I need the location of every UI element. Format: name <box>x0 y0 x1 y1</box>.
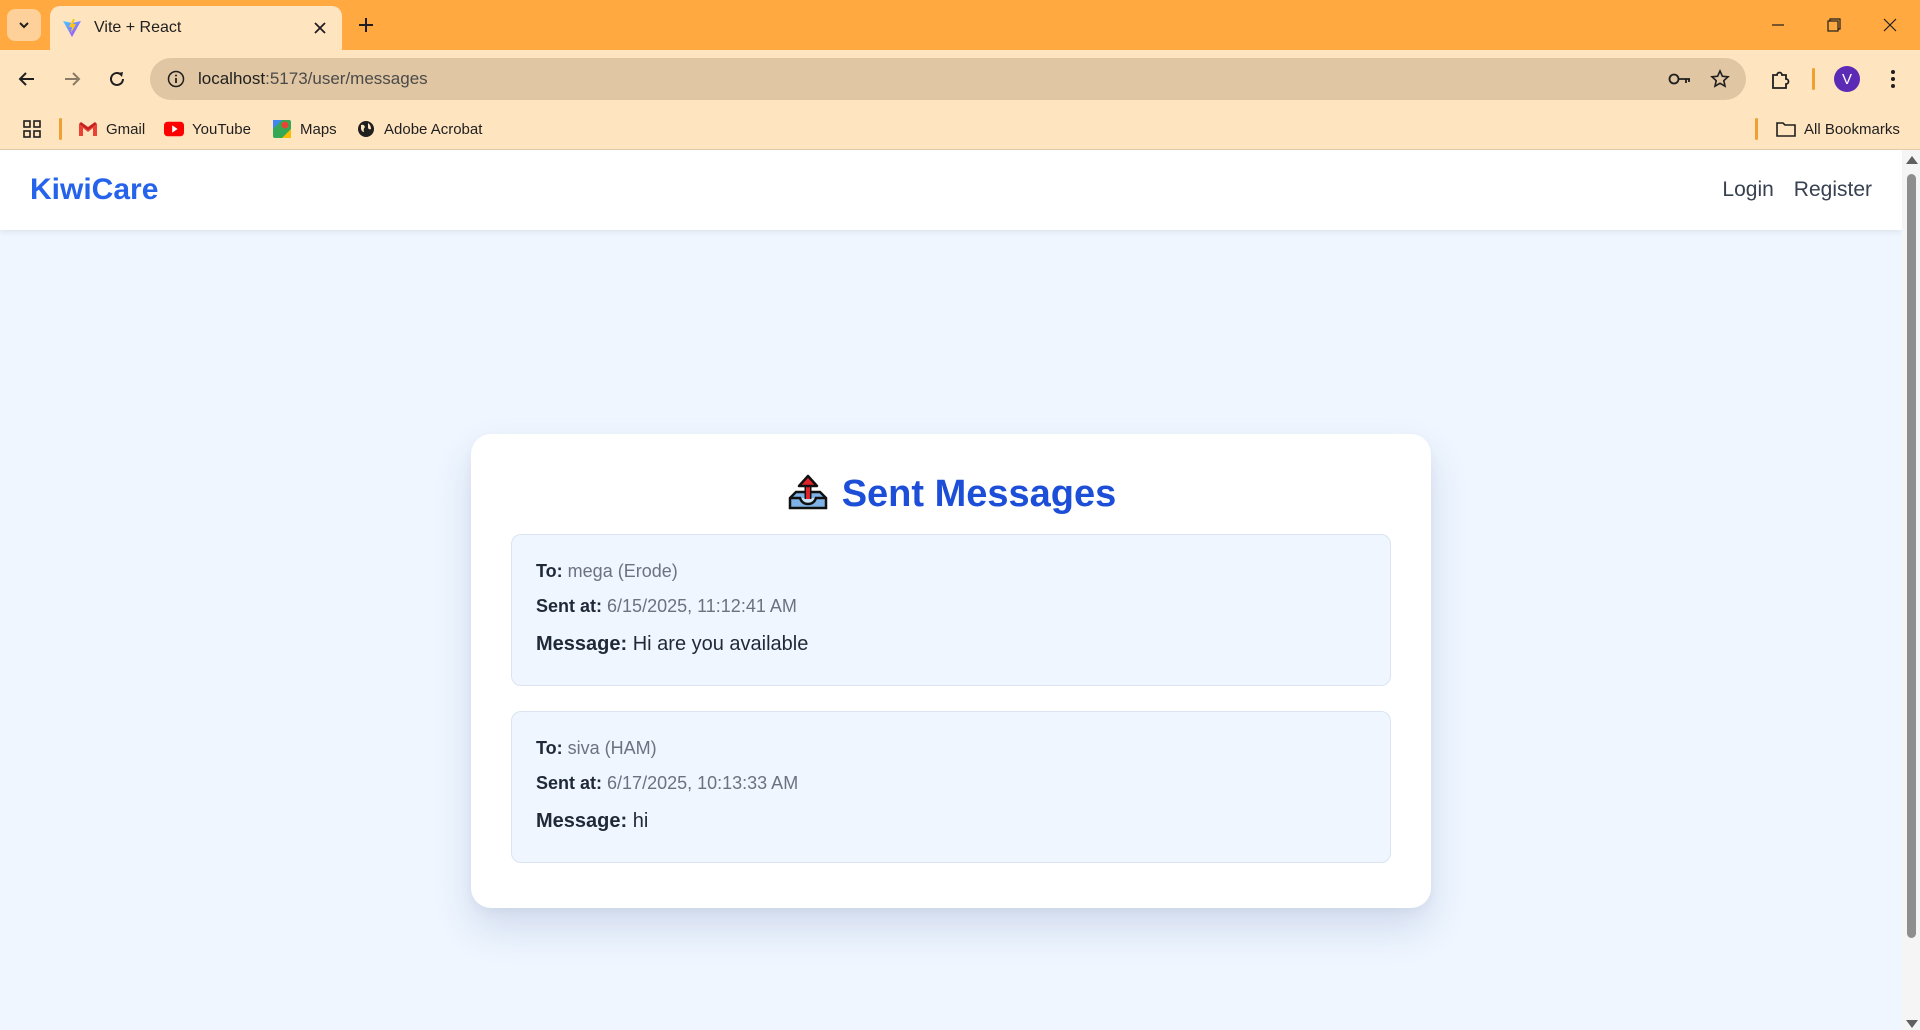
apps-grid-icon[interactable] <box>20 117 44 141</box>
message-timestamp: Sent at: 6/17/2025, 10:13:33 AM <box>536 773 1366 808</box>
message-item: To: mega (Erode) Sent at: 6/15/2025, 11:… <box>511 534 1391 686</box>
page-title: Sent Messages <box>511 472 1391 515</box>
minimize-button[interactable] <box>1750 0 1806 50</box>
bookmark-label: Gmail <box>106 120 146 138</box>
bookmark-adobe-acrobat[interactable]: Adobe Acrobat <box>356 115 482 143</box>
reload-icon <box>110 71 124 86</box>
tab-close-icon[interactable] <box>310 18 330 38</box>
to-label: To: <box>536 738 563 758</box>
extensions-button[interactable] <box>1764 62 1798 96</box>
password-key-icon[interactable] <box>1660 58 1700 100</box>
profile-avatar[interactable]: V <box>1834 66 1860 92</box>
arrow-right-icon <box>65 72 81 86</box>
all-bookmarks-label: All Bookmarks <box>1804 120 1900 138</box>
maps-icon <box>272 119 292 139</box>
bookmarks-bar: Gmail YouTube Maps Adobe Acrobat All Boo… <box>0 108 1920 150</box>
message-recipient: To: mega (Erode) <box>536 561 1366 596</box>
bookmarks-divider <box>59 118 62 140</box>
bookmark-label: Adobe Acrobat <box>384 120 483 138</box>
message-item: To: siva (HAM) Sent at: 6/17/2025, 10:13… <box>511 711 1391 863</box>
recipient-value: mega (Erode) <box>567 561 678 581</box>
url-path: :5173/user/messages <box>265 69 428 88</box>
header-nav: Login Register <box>1722 178 1872 202</box>
minimize-icon <box>1772 24 1784 26</box>
reload-button[interactable] <box>100 62 134 96</box>
to-label: To: <box>536 561 563 581</box>
sent-at-value: 6/17/2025, 10:13:33 AM <box>607 773 799 793</box>
close-icon <box>1883 18 1897 32</box>
sent-messages-card: Sent Messages To: mega (Erode) Sent at: … <box>471 434 1431 908</box>
scrollbar-thumb[interactable] <box>1907 174 1916 938</box>
message-timestamp: Sent at: 6/15/2025, 11:12:41 AM <box>536 596 1366 631</box>
bookmarks-divider <box>1755 118 1758 140</box>
message-label: Message: <box>536 633 628 655</box>
bookmark-maps[interactable]: Maps <box>272 115 337 143</box>
vite-logo-icon <box>63 19 81 37</box>
bookmark-label: YouTube <box>192 120 251 138</box>
restore-icon <box>1827 18 1841 32</box>
restore-button[interactable] <box>1806 0 1862 50</box>
sent-at-value: 6/15/2025, 11:12:41 AM <box>607 596 797 616</box>
bookmark-label: Maps <box>300 120 337 138</box>
new-tab-button[interactable] <box>352 11 380 39</box>
sent-at-label: Sent at: <box>536 773 603 793</box>
puzzle-icon <box>1772 71 1790 89</box>
gmail-icon <box>78 119 98 139</box>
tab-title: Vite + React <box>94 19 182 36</box>
close-window-button[interactable] <box>1862 0 1918 50</box>
globe-icon <box>356 119 376 139</box>
scroll-up-arrow-icon[interactable] <box>1906 156 1918 164</box>
brand-logo[interactable]: KiwiCare <box>30 173 158 207</box>
message-body: Message: Hi are you available <box>536 633 1366 656</box>
message-text: Hi are you available <box>632 633 809 655</box>
url-host: localhost <box>198 69 266 88</box>
all-bookmarks-button[interactable]: All Bookmarks <box>1776 115 1900 143</box>
bookmark-gmail[interactable]: Gmail <box>78 115 145 143</box>
forward-button[interactable] <box>55 62 89 96</box>
folder-icon <box>1776 119 1796 139</box>
back-button[interactable] <box>10 62 44 96</box>
bookmark-star-icon[interactable] <box>1700 58 1740 100</box>
browser-tab-strip: Vite + React <box>0 0 1920 50</box>
scroll-down-arrow-icon[interactable] <box>1906 1020 1918 1028</box>
page-scrollbar[interactable] <box>1902 150 1920 1030</box>
register-link[interactable]: Register <box>1794 178 1872 202</box>
message-body: Message: hi <box>536 810 1366 833</box>
login-link[interactable]: Login <box>1722 178 1773 202</box>
outbox-tray-icon <box>788 474 827 510</box>
browser-menu-button[interactable] <box>1876 62 1910 96</box>
plus-icon <box>359 18 373 32</box>
arrow-left-icon <box>18 72 34 86</box>
site-info-icon[interactable] <box>154 58 198 100</box>
youtube-icon <box>164 119 184 139</box>
kebab-menu-icon <box>1891 70 1895 88</box>
browser-tab[interactable]: Vite + React <box>50 6 342 50</box>
page-title-text: Sent Messages <box>841 472 1117 515</box>
bookmark-youtube[interactable]: YouTube <box>164 115 251 143</box>
address-bar[interactable]: localhost:5173/user/messages <box>150 58 1746 100</box>
browser-toolbar: localhost:5173/user/messages V <box>0 50 1920 108</box>
message-recipient: To: siva (HAM) <box>536 738 1366 773</box>
tab-search-button[interactable] <box>7 9 41 41</box>
recipient-value: siva (HAM) <box>567 738 657 758</box>
toolbar-divider <box>1812 68 1815 90</box>
app-header: KiwiCare Login Register <box>0 150 1902 230</box>
message-label: Message: <box>536 810 628 832</box>
chevron-down-icon <box>19 22 29 29</box>
url-text[interactable]: localhost:5173/user/messages <box>198 69 1660 89</box>
page-viewport: KiwiCare Login Register Sent Messages To… <box>0 150 1902 1030</box>
message-text: hi <box>632 810 649 832</box>
sent-at-label: Sent at: <box>536 596 603 616</box>
